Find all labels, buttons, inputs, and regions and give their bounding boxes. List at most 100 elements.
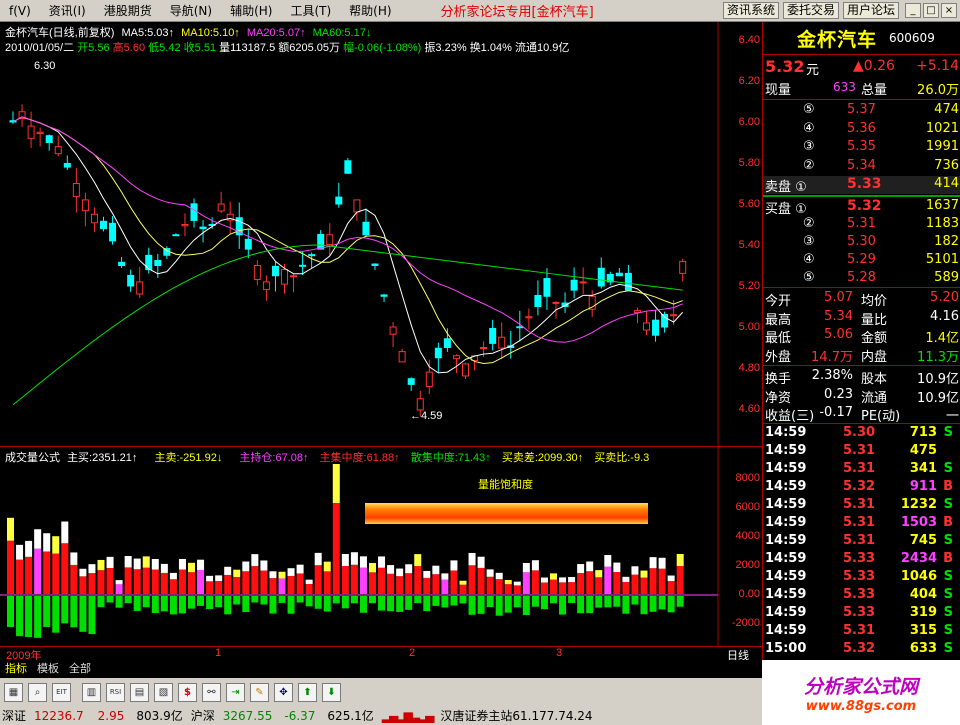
ask-row: ③ 5.35 1991 <box>763 139 960 157</box>
forum-button[interactable]: 用户论坛 <box>842 2 899 19</box>
table-icon[interactable]: ▧ <box>154 682 173 702</box>
volume-bar-red <box>278 578 286 594</box>
volume-bar-top <box>559 577 567 583</box>
candle-body <box>353 199 361 213</box>
volume-bar-top <box>513 581 521 586</box>
fund-label: 换手 <box>765 372 792 387</box>
mini-bars: ▂▄▂▆▃▂▄ <box>381 708 435 723</box>
dollar-icon[interactable]: $ <box>178 682 197 702</box>
tick-time: 14:59 <box>765 569 807 584</box>
candle-body <box>416 398 424 411</box>
chart-icon[interactable]: ▦ <box>4 682 23 702</box>
menu-item-view[interactable]: f(V) <box>0 4 40 18</box>
volume-bar-green <box>396 596 404 612</box>
info-system-button[interactable]: 资讯系统 <box>722 2 779 19</box>
price-tick: 4.60 <box>738 403 760 415</box>
volume-bar-green <box>468 596 476 615</box>
tick-side: B <box>943 479 953 494</box>
bid-volume: 5101 <box>925 252 959 267</box>
ma5-line <box>12 116 684 374</box>
volume-bar-top <box>568 577 576 583</box>
tick-row: 14:59 5.31 475 <box>763 443 960 461</box>
volume-bar-green <box>378 596 386 611</box>
volume-bar-green <box>586 596 594 614</box>
price-tick: 6.40 <box>738 34 760 46</box>
candle-body <box>81 199 89 212</box>
total-volume: 26.0万 <box>917 83 959 98</box>
hs-change: -6.37 <box>284 708 316 723</box>
bid-price: 5.29 <box>847 252 876 267</box>
volume-bar-green <box>160 596 168 612</box>
price-tick: 5.00 <box>738 321 760 333</box>
menu-item-assist[interactable]: 辅助(H) <box>221 2 281 19</box>
candle-body <box>217 203 225 212</box>
candle-body <box>452 355 460 360</box>
up-arrow-icon[interactable]: ⬆ <box>298 682 317 702</box>
grid-icon[interactable]: ▤ <box>130 682 149 702</box>
menu-item-nav[interactable]: 导航(N) <box>161 2 221 19</box>
volume-bar-red <box>513 585 521 594</box>
ma60-line <box>12 244 683 406</box>
main-hold: 主持仓:67.08↑ <box>239 452 309 464</box>
menu-item-help[interactable]: 帮助(H) <box>340 2 400 19</box>
volume-bar-green <box>88 596 96 635</box>
volume-bar-top <box>278 571 286 579</box>
candle-body <box>100 220 107 230</box>
down-arrow-icon[interactable]: ⬇ <box>322 682 341 702</box>
site-logo: 分析家公式网 www.88gs.com <box>762 660 960 725</box>
price-change-pct: +5.14 <box>916 58 959 74</box>
candle-body <box>371 263 379 267</box>
volume-bar-green <box>622 596 630 614</box>
volume-bar-top <box>79 568 87 577</box>
kline-icon[interactable]: ▥ <box>82 682 101 702</box>
bid-row: ③ 5.30 182 <box>763 234 960 252</box>
indicator-tabs: 指标 模板 全部 <box>0 660 762 676</box>
eit-icon[interactable]: EIT <box>52 682 71 702</box>
tick-volume: 1232 <box>900 497 937 512</box>
export-icon[interactable]: ⇥ <box>226 682 245 702</box>
bid-volume: 182 <box>934 234 959 249</box>
volume-bar-top <box>486 569 494 577</box>
volume-bar-red <box>43 551 51 594</box>
candle-body <box>335 196 343 205</box>
candle-body <box>579 281 587 284</box>
link-icon[interactable]: ⚯ <box>202 682 221 702</box>
tick-price: 5.31 <box>843 461 876 476</box>
menu-item-info[interactable]: 资讯(I) <box>40 2 95 19</box>
volume-bar-green <box>513 596 521 608</box>
zoom-icon[interactable]: ⌕ <box>28 682 47 702</box>
stock-name-mode: 金杯汽车(日线,前复权) <box>5 27 115 39</box>
sub-tick: 4000 <box>735 530 760 542</box>
arrows-icon[interactable]: ✥ <box>274 682 293 702</box>
pencil-icon[interactable]: ✎ <box>250 682 269 702</box>
tick-side: S <box>943 605 953 620</box>
quote-stock-code: 600609 <box>889 31 935 45</box>
trade-button[interactable]: 委托交易 <box>782 2 839 19</box>
close-button[interactable]: × <box>941 3 957 18</box>
menu-item-hk-futures[interactable]: 港股期货 <box>95 2 161 19</box>
maximize-button[interactable]: □ <box>923 3 939 18</box>
volume-bar-green <box>151 596 159 614</box>
volume-bar-green <box>34 596 42 638</box>
price-chart[interactable]: 金杯汽车(日线,前复权) MA5:5.03↑ MA10:5.10↑ MA20:5… <box>0 22 762 446</box>
volume-indicator-chart[interactable]: 成交量公式 主买:2351.21↑ 主卖:-251.92↓ 主持仓:67.08↑… <box>0 446 762 646</box>
volume-bar-green <box>423 596 431 612</box>
candle-body <box>443 338 451 349</box>
volume-bar-top <box>305 579 313 584</box>
volume-bar-green <box>441 596 449 608</box>
total-volume-label: 总量 <box>861 83 888 98</box>
rsi-icon[interactable]: RSI <box>106 682 125 702</box>
menu-item-tools[interactable]: 工具(T) <box>281 2 340 19</box>
tick-time: 15:00 <box>765 641 807 656</box>
volume-bar-red <box>206 581 214 594</box>
tab-template[interactable]: 模板 <box>32 660 64 676</box>
candle-body <box>534 294 542 307</box>
bar-close: 收5.51 <box>183 42 217 54</box>
candle-body <box>317 233 325 250</box>
volume-bar-red <box>188 572 195 594</box>
minimize-button[interactable]: _ <box>905 3 921 18</box>
tab-all[interactable]: 全部 <box>64 660 96 676</box>
volume-bar-red <box>577 573 585 594</box>
volume-bar-top <box>667 575 675 582</box>
tab-indicator[interactable]: 指标 <box>0 660 32 676</box>
